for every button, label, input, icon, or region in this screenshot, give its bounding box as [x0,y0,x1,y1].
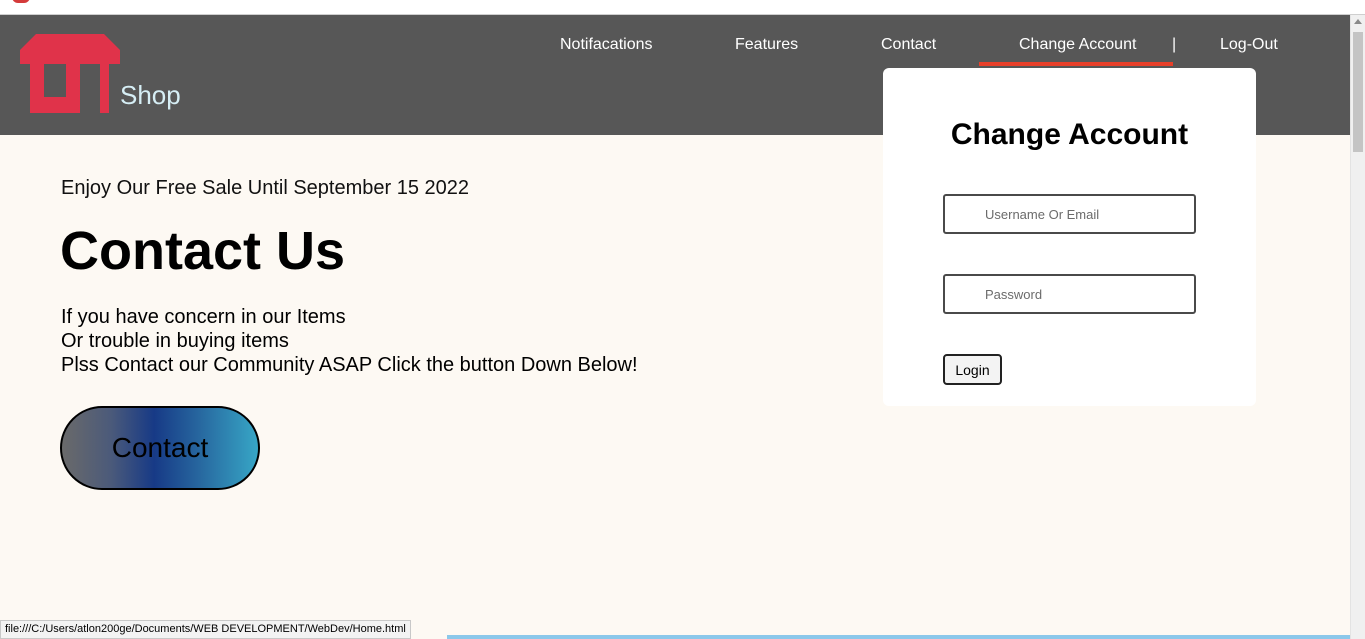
contact-description: If you have concern in our Items Or trou… [61,305,638,377]
nav-logout[interactable]: Log-Out [1220,36,1278,54]
nav-change-account[interactable]: Change Account [1019,36,1136,54]
panel-title: Change Account [950,118,1189,151]
description-line: If you have concern in our Items [61,306,346,328]
password-field[interactable] [943,274,1196,314]
nav-contact[interactable]: Contact [881,36,936,54]
shop-store-icon[interactable] [20,34,120,114]
shop-label: Shop [120,80,181,110]
change-account-panel: Change Account Login [883,68,1256,406]
browser-toolbar-edge [0,0,1365,15]
contact-button[interactable]: Contact [60,406,260,490]
scroll-thumb[interactable] [1353,32,1363,152]
loading-bar [447,635,1350,639]
vertical-scrollbar[interactable] [1350,15,1365,639]
description-line: Plss Contact our Community ASAP Click th… [61,354,638,376]
nav-active-underline [979,62,1173,66]
description-line: Or trouble in buying items [61,330,289,352]
page-title: Contact Us [60,221,346,281]
promo-text: Enjoy Our Free Sale Until September 15 2… [61,177,469,199]
nav-separator: | [1172,36,1177,53]
scroll-up-arrow-icon[interactable] [1354,19,1362,24]
browser-tab-icon [12,0,30,3]
status-bar-url: file:///C:/Users/atlon200ge/Documents/WE… [0,620,411,639]
nav-notifications[interactable]: Notifacations [560,36,653,54]
login-button[interactable]: Login [943,354,1002,385]
nav-features[interactable]: Features [735,36,798,54]
username-field[interactable] [943,194,1196,234]
